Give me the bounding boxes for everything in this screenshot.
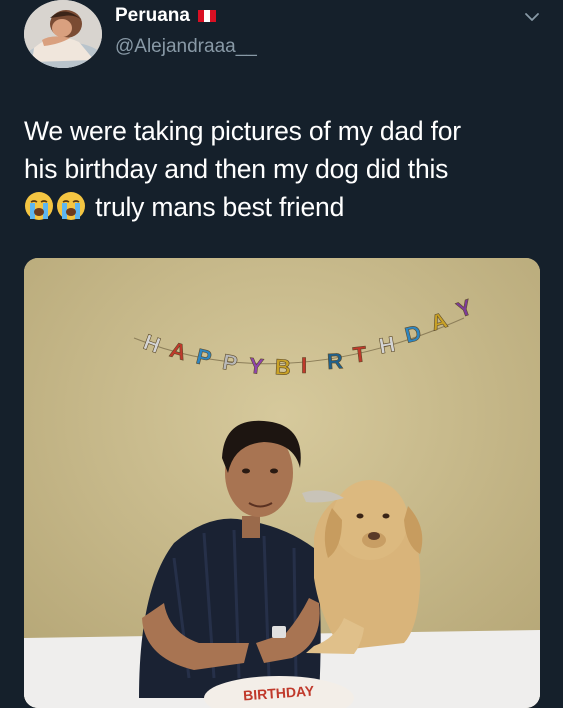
tweet-line-with-emoji: truly mans best friend xyxy=(24,188,544,226)
tweet-line-text: truly mans best friend xyxy=(95,192,345,222)
peru-flag-icon xyxy=(197,10,216,22)
tweet-line: We were taking pictures of my dad for xyxy=(24,116,461,146)
chevron-down-icon[interactable] xyxy=(523,8,541,26)
loudly-crying-face-icon xyxy=(25,192,53,220)
profile-avatar-image xyxy=(24,0,102,68)
banner-letter: R xyxy=(326,348,343,374)
display-name[interactable]: Peruana xyxy=(115,5,216,27)
tweet-text: We were taking pictures of my dad for hi… xyxy=(24,112,544,226)
display-name-text: Peruana xyxy=(115,5,190,26)
banner-letter: I xyxy=(301,353,307,378)
tweet-photo[interactable]: HAPPYBIRTHDAY BIRTHDAY xyxy=(24,258,540,708)
user-handle[interactable]: @Alejandraaa__ xyxy=(115,36,257,58)
avatar[interactable] xyxy=(24,0,102,68)
banner-letter: B xyxy=(274,354,291,380)
loudly-crying-face-icon xyxy=(57,192,85,220)
tweet-line: his birthday and then my dog did this xyxy=(24,154,449,184)
birthday-photo-image: HAPPYBIRTHDAY BIRTHDAY xyxy=(24,258,540,708)
